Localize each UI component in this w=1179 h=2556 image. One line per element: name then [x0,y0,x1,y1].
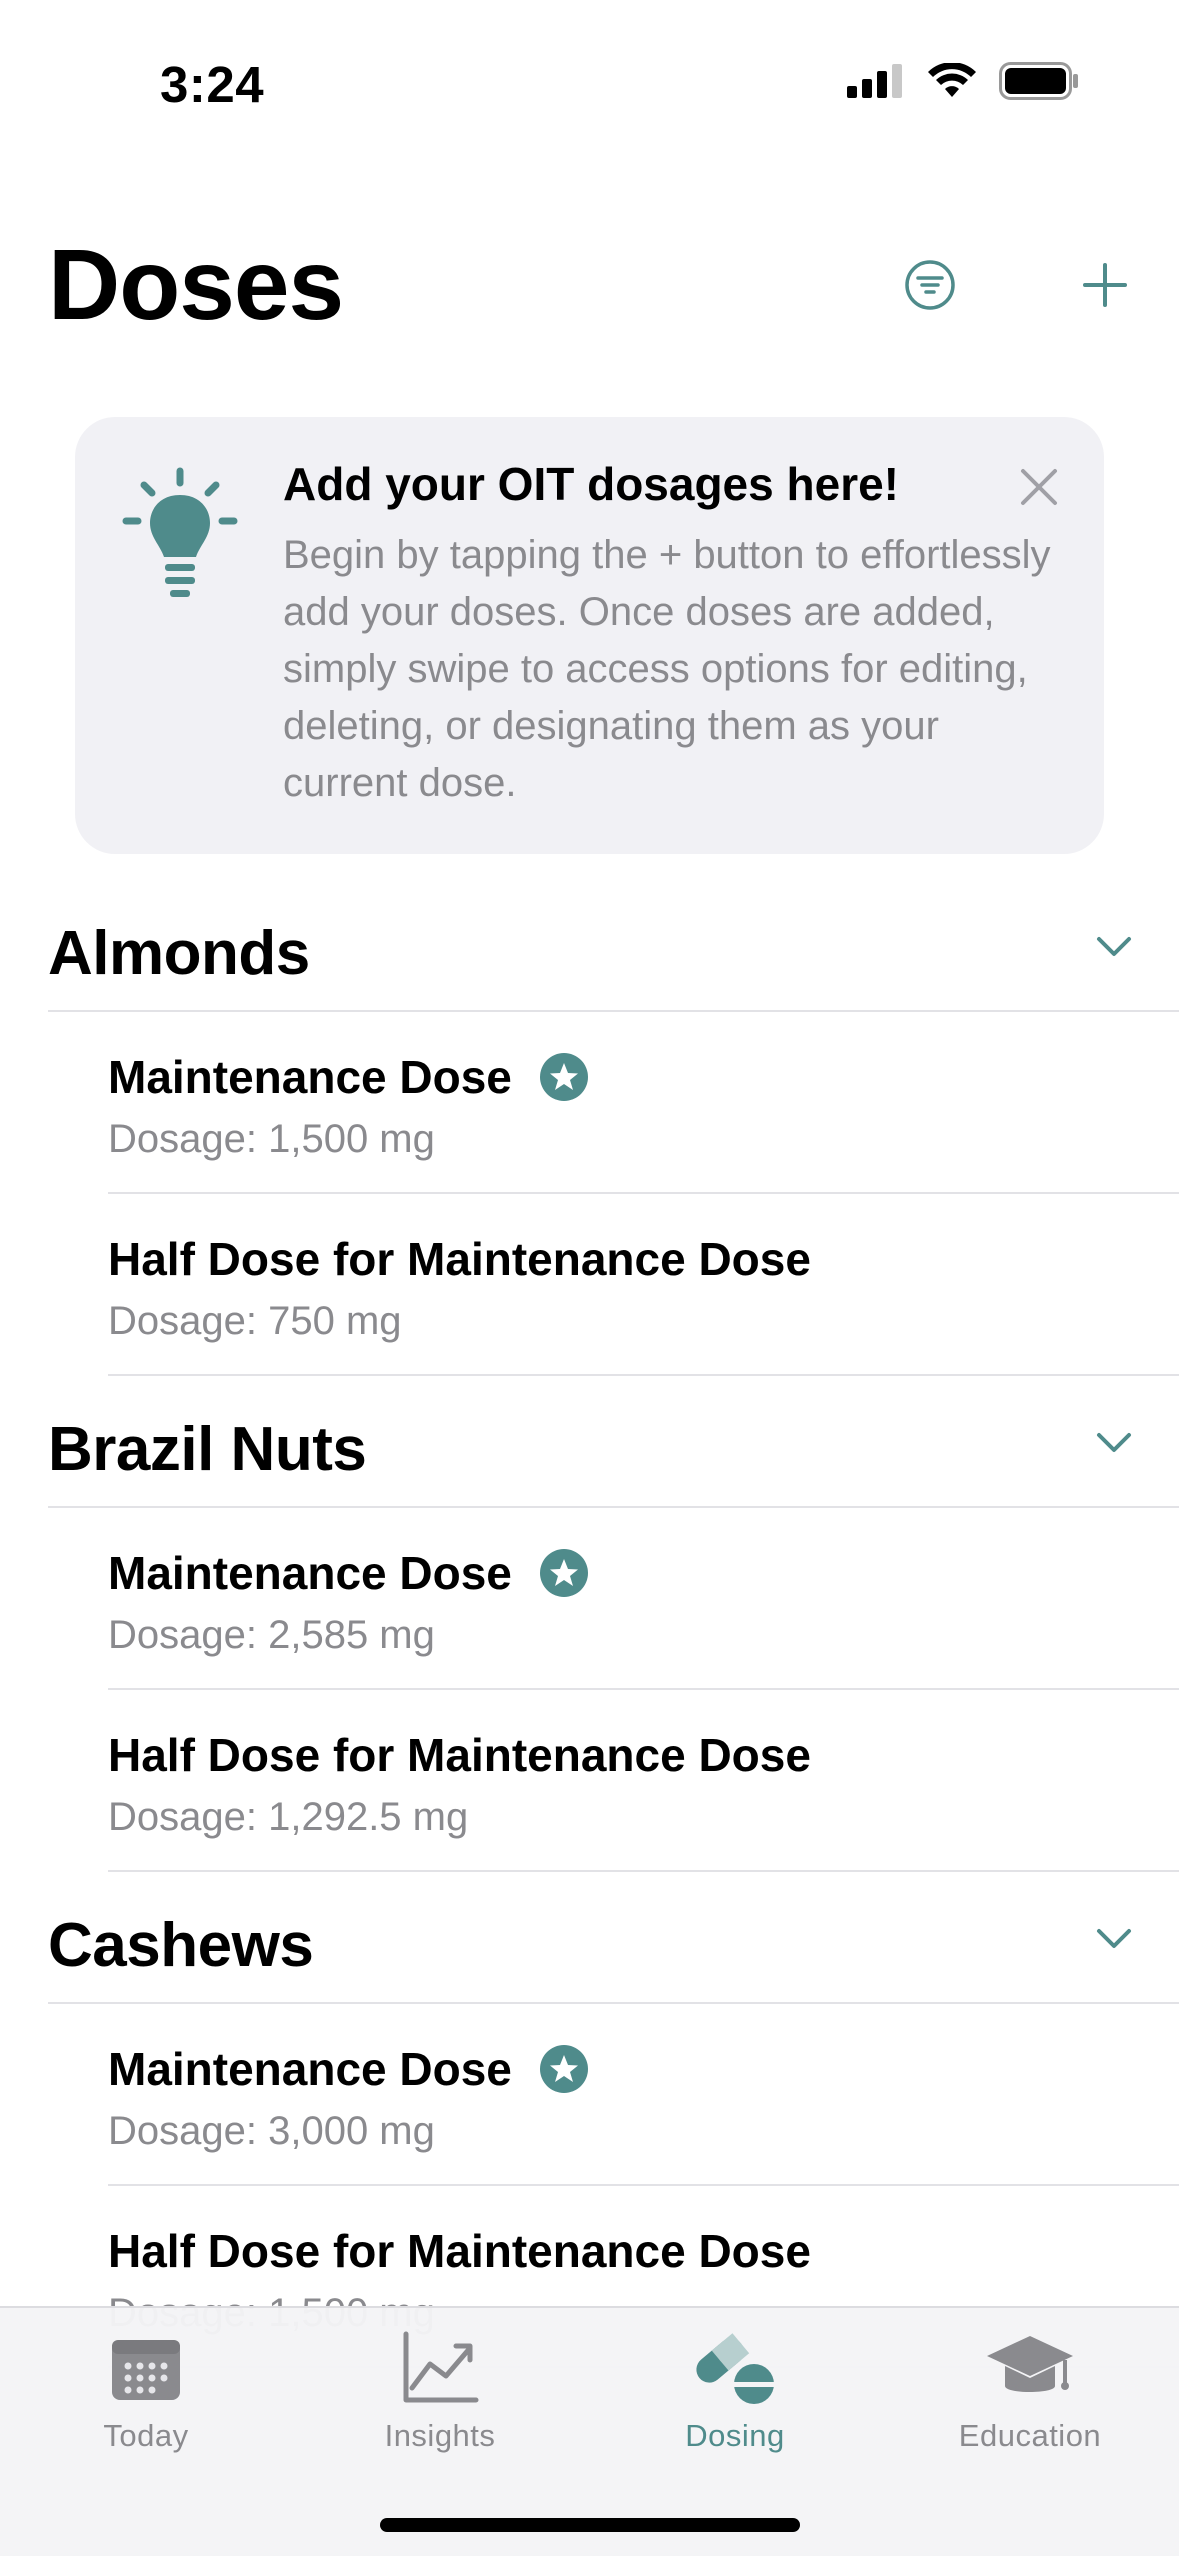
current-dose-star-icon [539,1053,588,1101]
section-almonds: Almonds Maintenance Dose Dosage: 1,500 m… [0,880,1179,1376]
dose-name-wrap: Half Dose for Maintenance Dose [108,1728,811,1782]
dose-name-wrap: Maintenance Dose [108,1546,588,1600]
section-title: Cashews [48,1911,314,1980]
lightbulb-icon [122,467,238,597]
add-dose-button[interactable] [1065,245,1145,325]
tip-card: Add your OIT dosages here! Begin by tapp… [75,417,1104,854]
tip-body: Begin by tapping the + button to effortl… [283,533,1051,805]
dose-dosage: Dosage: 3,000 mg [108,2109,435,2153]
dose-name-wrap: Maintenance Dose [108,2042,588,2096]
pills-icon [696,2333,774,2404]
doses-screen: 3:24 Doses Add your OIT dosages here! Be… [0,0,1179,2556]
dose-dosage: Dosage: 1,500 mg [108,1117,435,1161]
tab-label: Education [958,2418,1102,2453]
dose-dosage: Dosage: 1,292.5 mg [108,1795,469,1839]
status-icons [847,62,1079,100]
dose-name: Half Dose for Maintenance Dose [108,2225,811,2277]
current-dose-star-icon [539,2045,588,2093]
wifi-icon [928,63,976,97]
close-icon [1021,469,1057,505]
dose-name: Maintenance Dose [108,1547,512,1599]
section-header[interactable]: Brazil Nuts [48,1376,1179,1508]
status-bar: 3:24 [0,0,1179,150]
dose-name-wrap: Half Dose for Maintenance Dose [108,1232,811,1286]
section-title: Brazil Nuts [48,1415,367,1484]
tab-label: Dosing [685,2418,785,2453]
tab-label: Today [103,2418,189,2453]
dose-name: Maintenance Dose [108,1051,512,1103]
dose-row[interactable]: Half Dose for Maintenance Dose Dosage: 7… [108,1194,1179,1376]
dose-row[interactable]: Maintenance Dose Dosage: 3,000 mg [108,2004,1179,2186]
cellular-signal-icon [847,64,902,98]
section-title: Almonds [48,919,310,988]
tip-title: Add your OIT dosages here! [283,458,899,510]
dose-name-wrap: Half Dose for Maintenance Dose [108,2224,811,2278]
chart-icon [403,2331,479,2403]
calendar-icon [112,2340,180,2400]
graduation-cap-icon [987,2336,1073,2392]
tab-dosing[interactable]: Dosing [615,2328,855,2488]
dose-dosage: Dosage: 750 mg [108,1299,402,1343]
dose-row[interactable]: Maintenance Dose Dosage: 2,585 mg [108,1508,1179,1690]
section-brazil-nuts: Brazil Nuts Maintenance Dose Dosage: 2,5… [0,1376,1179,1872]
tab-label: Insights [384,2418,496,2453]
filter-icon [905,260,955,310]
section-header[interactable]: Cashews [48,1872,1179,2004]
tab-insights[interactable]: Insights [320,2328,560,2488]
section-cashews: Cashews Maintenance Dose Dosage: 3,000 m… [0,1872,1179,2368]
current-dose-star-icon [539,1549,588,1597]
filter-button[interactable] [890,245,970,325]
dose-row[interactable]: Half Dose for Maintenance Dose Dosage: 1… [108,1690,1179,1872]
status-time: 3:24 [160,56,265,113]
dose-name-wrap: Maintenance Dose [108,1050,588,1104]
dose-name: Half Dose for Maintenance Dose [108,1233,811,1285]
chevron-down-icon[interactable] [1089,1418,1139,1468]
home-indicator [380,2518,800,2532]
tab-today[interactable]: Today [26,2328,266,2488]
battery-icon [999,62,1078,100]
page-title: Doses [48,229,344,341]
tab-education[interactable]: Education [910,2328,1150,2488]
dose-dosage: Dosage: 2,585 mg [108,1613,435,1657]
plus-icon [1083,263,1127,307]
dose-row[interactable]: Maintenance Dose Dosage: 1,500 mg [108,1012,1179,1194]
dose-name: Maintenance Dose [108,2043,512,2095]
tip-close-button[interactable] [1009,457,1069,517]
chevron-down-icon[interactable] [1089,922,1139,972]
dose-name: Half Dose for Maintenance Dose [108,1729,811,1781]
section-header[interactable]: Almonds [48,880,1179,1012]
chevron-down-icon[interactable] [1089,1914,1139,1964]
